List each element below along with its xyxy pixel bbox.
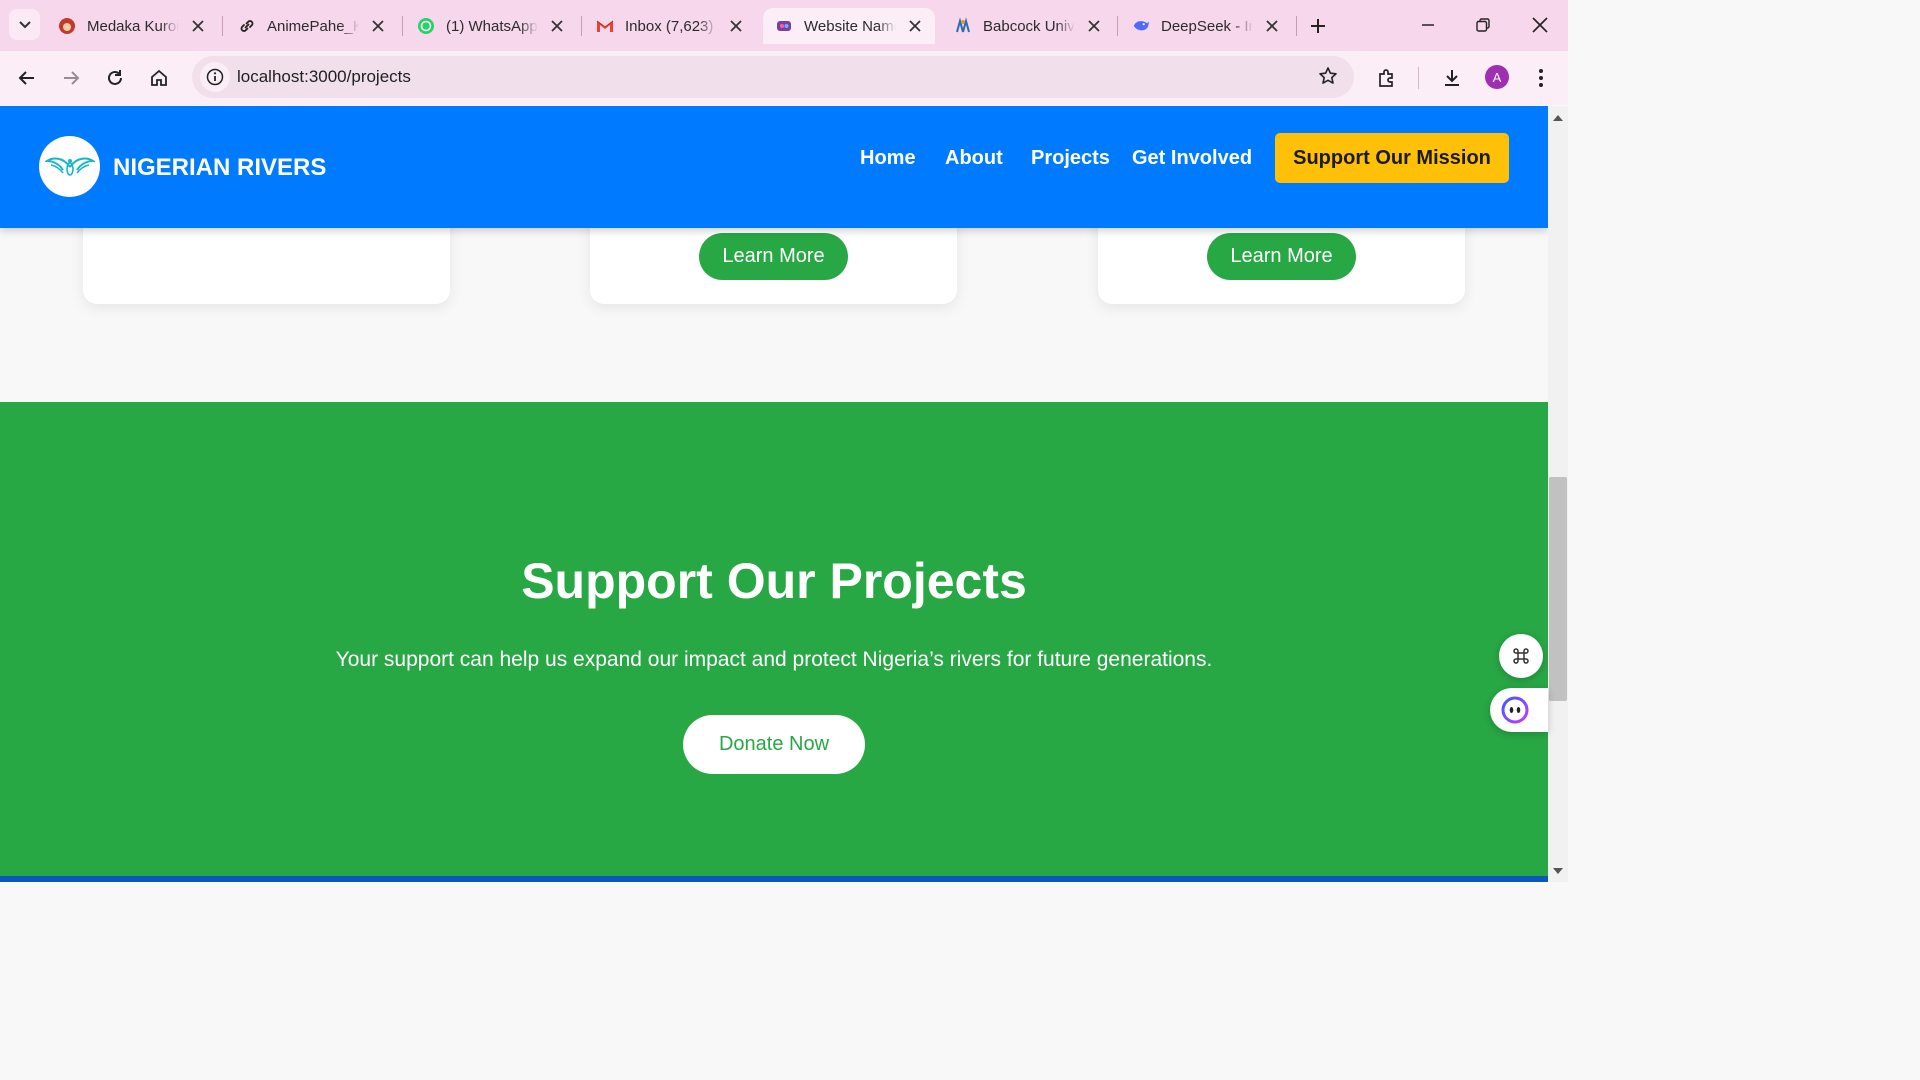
star-icon	[1319, 67, 1337, 84]
home-icon	[151, 69, 167, 86]
donate-now-button[interactable]: Donate Now	[683, 715, 865, 774]
back-button[interactable]	[12, 63, 42, 93]
download-icon	[1445, 70, 1459, 86]
triangle-up-icon	[1553, 115, 1563, 121]
toolbar-divider	[1418, 67, 1419, 89]
tab-label: DeepSeek - In	[1161, 17, 1253, 35]
close-icon[interactable]	[905, 16, 925, 36]
page-viewport: Learn More Learn More NIGERIAN RIVERS Ho…	[0, 106, 1548, 882]
browser-toolbar: localhost:3000/projects	[0, 51, 1568, 105]
tab-label: Inbox (7,623) -	[625, 17, 717, 35]
tab-label: Babcock Unive	[983, 17, 1075, 35]
nav-projects[interactable]: Projects	[1031, 147, 1110, 170]
tab-label: (1) WhatsApp	[446, 17, 538, 35]
bookmark-star-button[interactable]	[1318, 66, 1338, 91]
tab-website-name[interactable]: Website Name	[763, 8, 935, 44]
address-bar[interactable]: localhost:3000/projects	[192, 56, 1354, 98]
assistant-face-icon	[1501, 696, 1529, 724]
tab-divider	[402, 16, 403, 36]
arrow-left-icon	[18, 71, 34, 85]
minimize-button[interactable]	[1414, 12, 1442, 38]
close-icon[interactable]	[188, 16, 208, 36]
site-header: NIGERIAN RIVERS Home About Projects Get …	[0, 106, 1548, 228]
babcock-icon	[954, 17, 972, 35]
link-icon	[238, 17, 256, 35]
site-name[interactable]: NIGERIAN RIVERS	[113, 154, 326, 182]
puzzle-icon	[1379, 69, 1393, 87]
more-vertical-icon	[1539, 69, 1543, 87]
close-icon[interactable]	[547, 16, 567, 36]
tab-animepahe[interactable]: AnimePahe_K	[226, 8, 398, 44]
triangle-down-icon	[1553, 868, 1563, 874]
plus-icon	[1311, 19, 1325, 33]
floating-assistant-button[interactable]	[1490, 688, 1548, 732]
nav-get-involved[interactable]: Get Involved	[1132, 147, 1252, 170]
command-icon	[1513, 648, 1529, 664]
scroll-down-arrow[interactable]	[1552, 865, 1564, 877]
close-icon[interactable]	[368, 16, 388, 36]
close-icon	[1532, 17, 1548, 33]
close-window-button[interactable]	[1526, 12, 1554, 38]
tab-babcock[interactable]: Babcock Unive	[942, 8, 1114, 44]
home-button[interactable]	[144, 63, 174, 93]
nav-about[interactable]: About	[945, 147, 1003, 170]
tab-label: Medaka Kuroi	[87, 17, 179, 35]
river-wings-logo-icon	[44, 157, 95, 176]
scroll-up-arrow[interactable]	[1552, 112, 1564, 124]
reload-icon	[108, 70, 122, 85]
tab-search-button[interactable]	[9, 9, 40, 40]
nav-home[interactable]: Home	[860, 147, 916, 170]
support-title: Support Our Projects	[521, 553, 1027, 609]
tab-deepseek[interactable]: DeepSeek - In	[1120, 8, 1292, 44]
minimize-icon	[1422, 24, 1434, 26]
arrow-right-icon	[64, 71, 80, 85]
footer-top-edge	[0, 876, 1548, 882]
extensions-button[interactable]	[1372, 63, 1402, 93]
deepseek-icon	[1132, 17, 1150, 35]
tab-gmail[interactable]: Inbox (7,623) -	[584, 8, 756, 44]
tab-medaka[interactable]: Medaka Kuroi	[46, 8, 218, 44]
gmail-icon	[596, 17, 614, 35]
whatsapp-icon	[417, 17, 435, 35]
tab-divider	[1117, 16, 1118, 36]
browser-menu-button[interactable]	[1526, 63, 1556, 93]
tab-divider	[581, 16, 582, 36]
learn-more-button[interactable]: Learn More	[699, 233, 848, 280]
restore-button[interactable]	[1469, 12, 1497, 38]
site-favicon-icon	[775, 17, 793, 35]
chevron-down-icon	[18, 20, 31, 28]
downloads-button[interactable]	[1437, 63, 1467, 93]
profile-avatar[interactable]: A	[1485, 65, 1509, 89]
learn-more-button[interactable]: Learn More	[1207, 233, 1356, 280]
info-icon	[206, 68, 224, 86]
new-tab-button[interactable]	[1305, 13, 1331, 39]
site-info-button[interactable]	[200, 62, 230, 92]
tab-label: Website Name	[804, 17, 896, 35]
close-icon[interactable]	[726, 16, 746, 36]
site-logo[interactable]	[39, 136, 100, 197]
forward-button[interactable]	[56, 63, 86, 93]
support-section: Support Our Projects Your support can he…	[0, 402, 1548, 876]
tab-whatsapp[interactable]: (1) WhatsApp	[405, 8, 577, 44]
tab-divider	[222, 16, 223, 36]
restore-icon	[1476, 18, 1490, 32]
scrollbar-thumb[interactable]	[1549, 477, 1567, 701]
tab-divider	[1296, 16, 1297, 36]
url-text[interactable]: localhost:3000/projects	[237, 67, 411, 87]
support-mission-button[interactable]: Support Our Mission	[1275, 133, 1509, 183]
close-icon[interactable]	[1262, 16, 1282, 36]
anime-favicon-icon	[58, 17, 76, 35]
floating-apps-button[interactable]	[1499, 634, 1543, 678]
support-text: Your support can help us expand our impa…	[335, 648, 1213, 671]
close-icon[interactable]	[1084, 16, 1104, 36]
browser-tab-strip: Medaka Kuroi AnimePahe_K (1) WhatsApp In…	[0, 0, 1568, 51]
reload-button[interactable]	[100, 63, 130, 93]
tab-label: AnimePahe_K	[267, 17, 359, 35]
